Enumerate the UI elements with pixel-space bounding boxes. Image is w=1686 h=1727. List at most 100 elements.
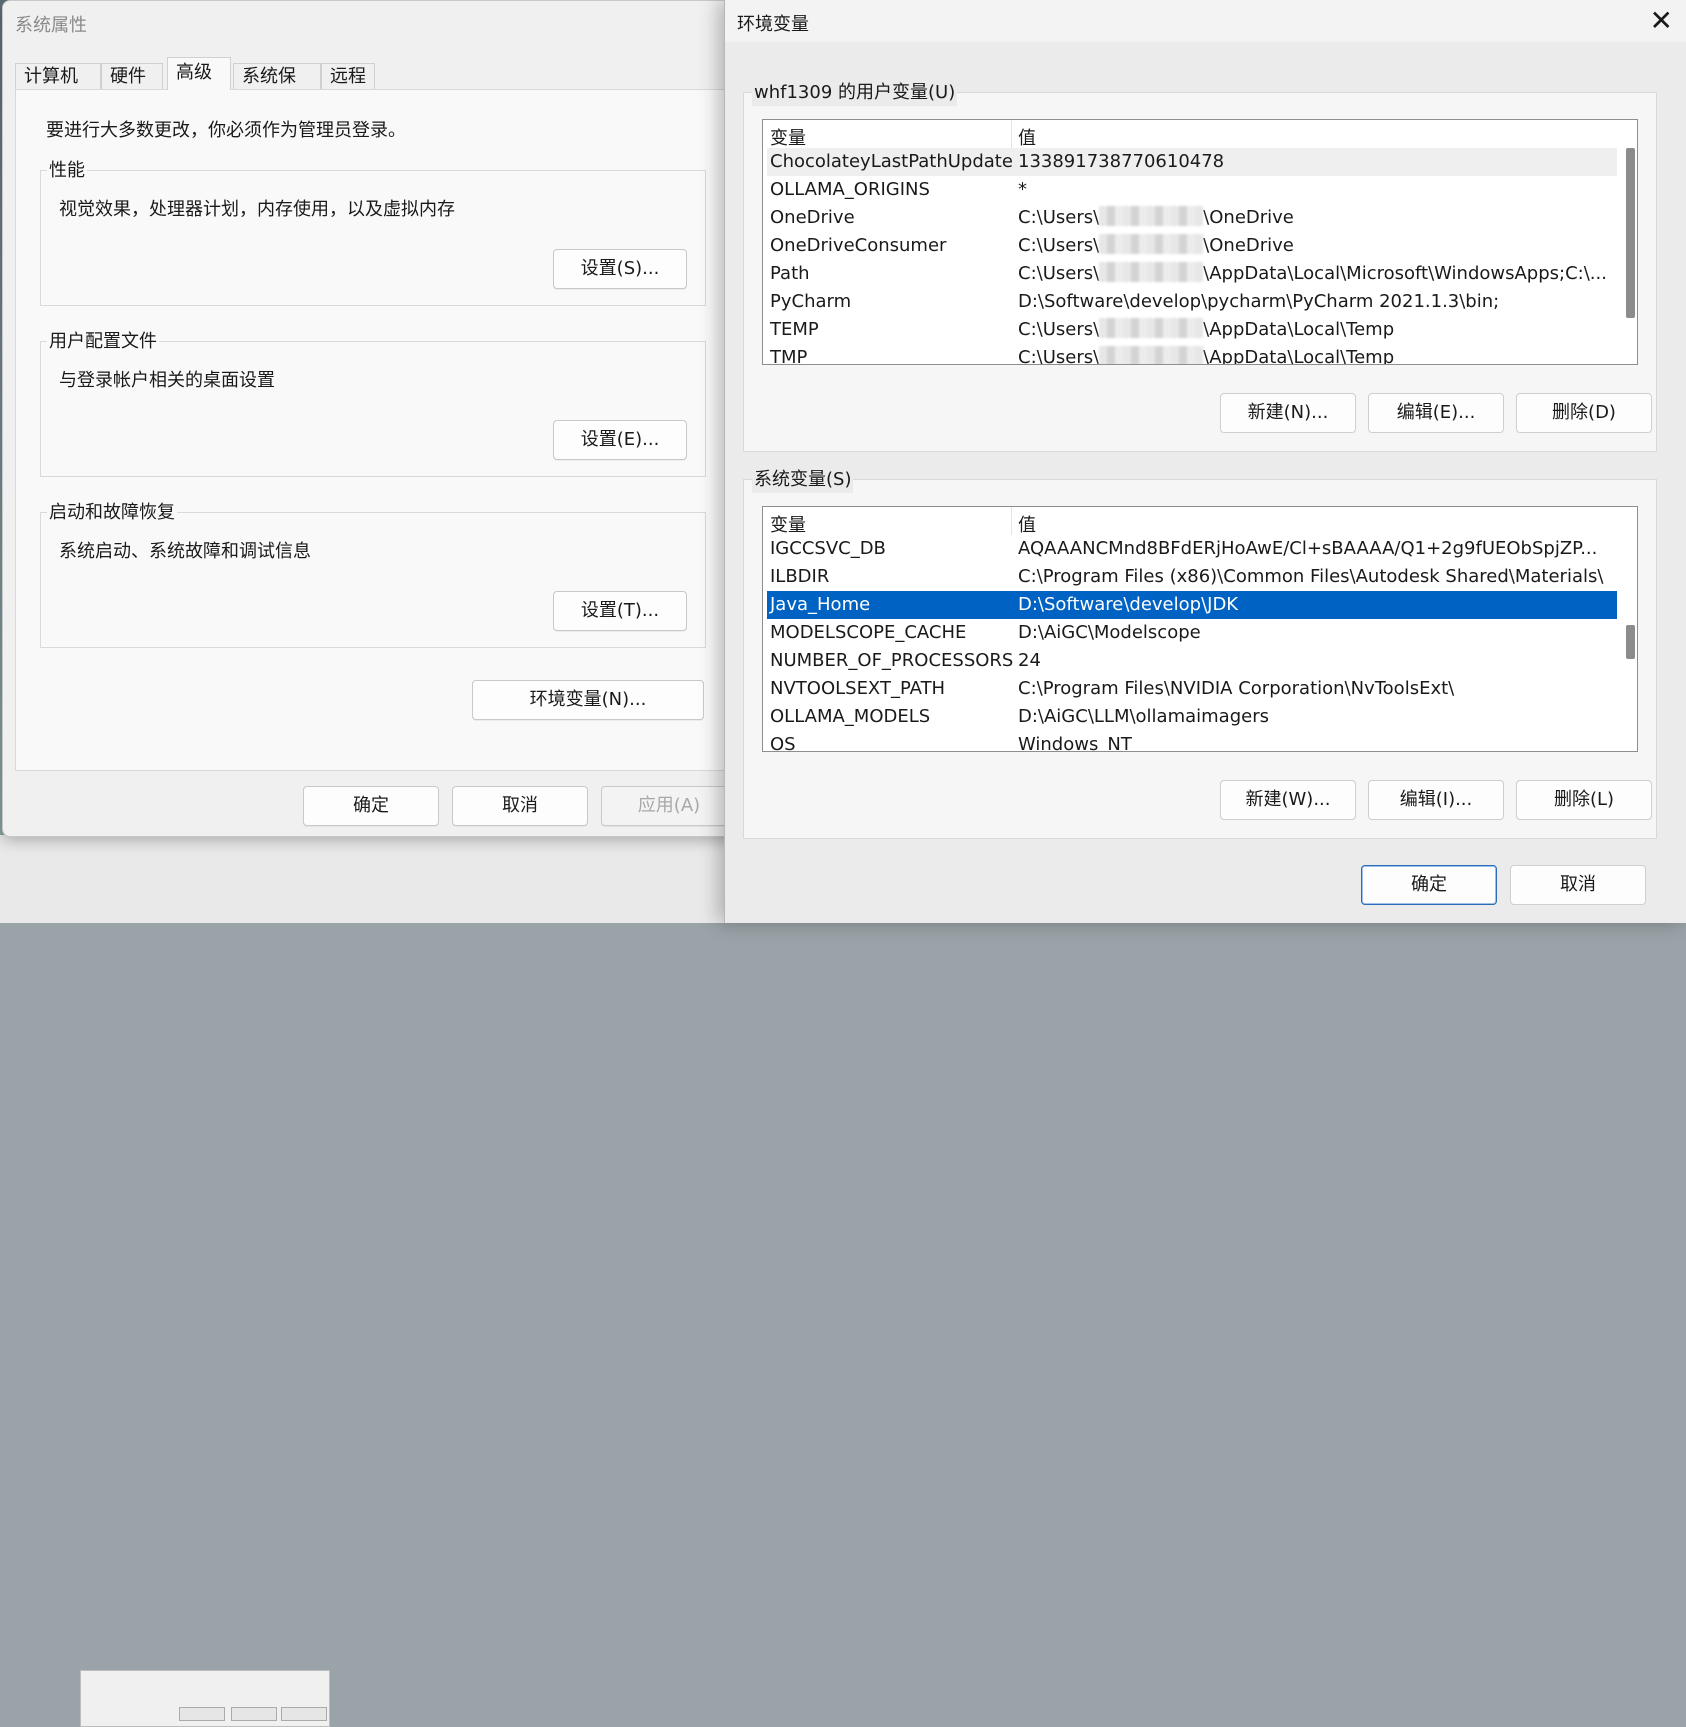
performance-settings-button[interactable]: 设置(S)... xyxy=(553,249,687,289)
scrollbar-thumb[interactable] xyxy=(1626,625,1635,659)
environment-variables-dialog: 环境变量 ✕ whf1309 的用户变量(U) 变量 值 ChocolateyL… xyxy=(724,0,1686,923)
variable-name: IGCCSVC_DB xyxy=(770,538,886,559)
variable-name: ILBDIR xyxy=(770,566,830,587)
table-row[interactable]: OLLAMA_MODELS D:\AiGC\LLM\ollamaimagers xyxy=(767,703,1617,731)
thumbnail-apply-button xyxy=(281,1707,327,1721)
column-header-variable[interactable]: 变量 xyxy=(770,124,806,150)
tab-advanced[interactable]: 高级 xyxy=(167,57,231,90)
redacted-username xyxy=(1099,262,1204,282)
user-profiles-group: 用户配置文件 与登录帐户相关的桌面设置 设置(E)... xyxy=(40,330,706,477)
table-row[interactable]: Path C:\Users\ \AppData\Local\Microsoft\W… xyxy=(767,260,1617,288)
variable-name: OneDriveConsumer xyxy=(770,235,947,256)
system-variables-group: 系统变量(S) 变量 值 IGCCSVC_DB AQAAANCMnd8BFdER… xyxy=(743,467,1657,839)
variable-name: Path xyxy=(770,263,810,284)
list-header: 变量 值 xyxy=(763,120,1621,150)
table-row[interactable]: OneDriveConsumer C:\Users\ \OneDrive xyxy=(767,232,1617,260)
redacted-username xyxy=(1099,234,1204,254)
variable-value: Windows_NT xyxy=(1018,734,1132,752)
thumbnail-ok-button xyxy=(179,1707,225,1721)
variable-value: AQAAANCMnd8BFdERjHoAwE/Cl+sBAAAA/Q1+2g9f… xyxy=(1018,538,1598,559)
variable-value: 24 xyxy=(1018,650,1041,671)
table-row[interactable]: ChocolateyLastPathUpdate 133891738770610… xyxy=(767,148,1617,176)
dialog-title: 环境变量 xyxy=(737,14,809,35)
user-new-button[interactable]: 新建(N)... xyxy=(1220,393,1356,433)
system-edit-button[interactable]: 编辑(I)... xyxy=(1368,780,1504,820)
table-row[interactable]: NUMBER_OF_PROCESSORS 24 xyxy=(767,647,1617,675)
performance-title: 性能 xyxy=(47,159,87,183)
user-variables-title: whf1309 的用户变量(U) xyxy=(752,80,958,106)
variable-value: C:\Program Files (x86)\Common Files\Auto… xyxy=(1018,566,1604,587)
value-prefix: C:\Users\ xyxy=(1018,207,1100,228)
system-list-scrollbar[interactable] xyxy=(1623,535,1635,747)
table-row[interactable]: OLLAMA_ORIGINS * xyxy=(767,176,1617,204)
user-profiles-settings-button[interactable]: 设置(E)... xyxy=(553,420,687,460)
table-row-selected[interactable]: Java_Home D:\Software\develop\JDK xyxy=(767,591,1617,619)
ok-button[interactable]: 确定 xyxy=(303,786,439,826)
tab-remote[interactable]: 远程 xyxy=(321,63,375,90)
thumbnail-dialog xyxy=(80,1670,330,1727)
table-row[interactable]: IGCCSVC_DB AQAAANCMnd8BFdERjHoAwE/Cl+sBA… xyxy=(767,535,1617,563)
system-variables-list[interactable]: 变量 值 IGCCSVC_DB AQAAANCMnd8BFdERjHoAwE/C… xyxy=(762,506,1638,752)
variable-name: OLLAMA_ORIGINS xyxy=(770,179,930,200)
apply-button[interactable]: 应用(A) xyxy=(601,786,737,826)
variable-value: 133891738770610478 xyxy=(1018,151,1225,172)
dialog-title: 系统属性 xyxy=(15,15,87,36)
variable-name: MODELSCOPE_CACHE xyxy=(770,622,967,643)
user-edit-button[interactable]: 编辑(E)... xyxy=(1368,393,1504,433)
variable-value: D:\Software\develop\JDK xyxy=(1018,594,1239,615)
tab-computer-name[interactable]: 计算机名 xyxy=(15,63,101,113)
variable-name: OS xyxy=(770,734,796,752)
variable-value: C:\Program Files\NVIDIA Corporation\NvTo… xyxy=(1018,678,1455,699)
startup-recovery-title: 启动和故障恢复 xyxy=(47,501,177,525)
column-header-value[interactable]: 值 xyxy=(1018,511,1036,537)
user-profiles-title: 用户配置文件 xyxy=(47,330,159,354)
column-header-value[interactable]: 值 xyxy=(1018,124,1036,150)
scrollbar-thumb[interactable] xyxy=(1626,148,1635,318)
thumbnail-cancel-button xyxy=(231,1707,277,1721)
column-header-variable[interactable]: 变量 xyxy=(770,511,806,537)
value-suffix: \AppData\Local\Temp xyxy=(1203,319,1395,340)
value-suffix: \AppData\Local\Microsoft\WindowsApps;C:\… xyxy=(1203,263,1607,284)
table-row[interactable]: ILBDIR C:\Program Files (x86)\Common Fil… xyxy=(767,563,1617,591)
user-delete-button[interactable]: 删除(D) xyxy=(1516,393,1652,433)
cancel-button[interactable]: 取消 xyxy=(452,786,588,826)
value-prefix: C:\Users\ xyxy=(1018,347,1100,365)
value-suffix: \OneDrive xyxy=(1203,235,1294,256)
variable-name: PyCharm xyxy=(770,291,852,312)
ok-button[interactable]: 确定 xyxy=(1361,865,1497,905)
system-delete-button[interactable]: 删除(L) xyxy=(1516,780,1652,820)
user-list-scrollbar[interactable] xyxy=(1623,148,1635,360)
tab-hardware[interactable]: 硬件 xyxy=(101,63,163,90)
table-row[interactable]: MODELSCOPE_CACHE D:\AiGC\Modelscope xyxy=(767,619,1617,647)
variable-value: D:\AiGC\LLM\ollamaimagers xyxy=(1018,706,1269,727)
variable-name: OneDrive xyxy=(770,207,855,228)
table-row[interactable]: TEMP C:\Users\ \AppData\Local\Temp xyxy=(767,316,1617,344)
variable-value: C:\Users\ \AppData\Local\Temp xyxy=(1018,316,1608,344)
variable-name: TEMP xyxy=(770,319,819,340)
table-row[interactable]: OS Windows_NT xyxy=(767,731,1617,752)
variable-name: Java_Home xyxy=(770,594,871,615)
variable-value: C:\Users\ \OneDrive xyxy=(1018,232,1608,260)
startup-recovery-group: 启动和故障恢复 系统启动、系统故障和调试信息 设置(T)... xyxy=(40,501,706,648)
cancel-button[interactable]: 取消 xyxy=(1510,865,1646,905)
table-row[interactable]: NVTOOLSEXT_PATH C:\Program Files\NVIDIA … xyxy=(767,675,1617,703)
advanced-tab-panel: 要进行大多数更改，你必须作为管理员登录。 性能 视觉效果，处理器计划，内存使用，… xyxy=(15,89,732,771)
column-divider[interactable] xyxy=(1011,507,1012,535)
close-icon[interactable]: ✕ xyxy=(1650,4,1673,37)
tab-system-protection[interactable]: 系统保护 xyxy=(233,63,321,113)
variable-name: NUMBER_OF_PROCESSORS xyxy=(770,650,1014,671)
user-profiles-description: 与登录帐户相关的桌面设置 xyxy=(59,370,275,391)
environment-variables-button[interactable]: 环境变量(N)... xyxy=(472,680,704,720)
table-row[interactable]: TMP C:\Users\ \AppData\Local\Temp xyxy=(767,344,1617,365)
redacted-username xyxy=(1099,318,1204,338)
user-variables-list[interactable]: 变量 值 ChocolateyLastPathUpdate 1338917387… xyxy=(762,119,1638,365)
startup-recovery-settings-button[interactable]: 设置(T)... xyxy=(553,591,687,631)
system-new-button[interactable]: 新建(W)... xyxy=(1220,780,1356,820)
table-row[interactable]: OneDrive C:\Users\ \OneDrive xyxy=(767,204,1617,232)
table-row[interactable]: PyCharm D:\Software\develop\pycharm\PyCh… xyxy=(767,288,1617,316)
background-window-thumbnail xyxy=(0,835,725,1727)
column-divider[interactable] xyxy=(1011,120,1012,148)
variable-value: C:\Users\ \AppData\Local\Microsoft\Window… xyxy=(1018,260,1608,288)
value-prefix: C:\Users\ xyxy=(1018,263,1100,284)
variable-name: ChocolateyLastPathUpdate xyxy=(770,151,1013,172)
